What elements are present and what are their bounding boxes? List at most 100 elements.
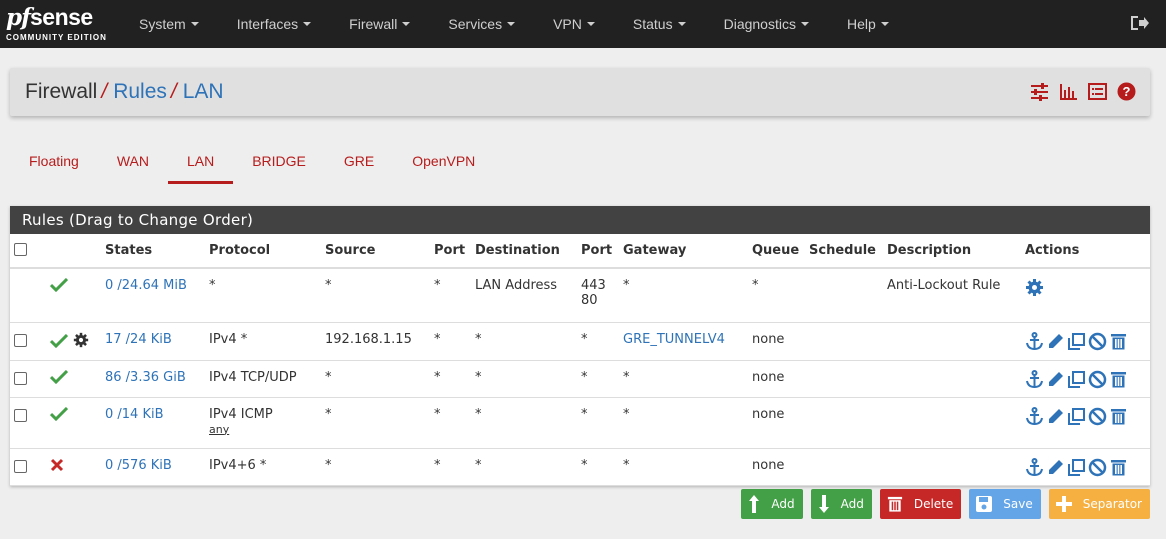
states-link[interactable]: 0 /24.64 MiB	[105, 278, 187, 293]
disable-ban-icon[interactable]	[1088, 370, 1107, 389]
nav-system[interactable]: System	[139, 0, 199, 48]
rules-panel: Rules (Drag to Change Order) States Prot…	[10, 206, 1150, 486]
copy-icon[interactable]	[1067, 407, 1086, 426]
tab-floating[interactable]: Floating	[10, 138, 98, 184]
logo-edition: COMMUNITY EDITION	[6, 33, 107, 42]
dest-port-cell: *	[577, 397, 619, 449]
row-checkbox[interactable]	[14, 371, 27, 385]
table-row[interactable]: 0 /14 KiB IPv4 ICMP any * * * * * none	[10, 397, 1150, 449]
bar-chart-icon[interactable]	[1059, 82, 1078, 101]
schedule-cell	[805, 360, 883, 398]
row-checkbox[interactable]	[14, 333, 27, 347]
save-button[interactable]: Save	[969, 489, 1041, 519]
pfsense-logo[interactable]: pf sense COMMUNITY EDITION	[0, 0, 112, 48]
add-top-button[interactable]: Add	[741, 489, 803, 519]
states-link[interactable]: 17 /24 KiB	[105, 332, 172, 347]
gateway-cell: *	[619, 360, 748, 398]
nav-diagnostics[interactable]: Diagnostics	[724, 0, 809, 48]
pass-check-icon	[49, 406, 69, 421]
copy-icon[interactable]	[1067, 458, 1086, 477]
schedule-cell	[805, 322, 883, 361]
breadcrumb-lan[interactable]: LAN	[183, 80, 224, 104]
anchor-icon[interactable]	[1025, 331, 1044, 351]
gateway-link[interactable]: GRE_TUNNELV4	[623, 332, 725, 347]
description-cell	[883, 360, 1021, 398]
row-checkbox[interactable]	[14, 408, 27, 422]
caret-down-icon	[402, 22, 411, 26]
col-dest-port: Port	[577, 234, 619, 269]
anchor-icon[interactable]	[1025, 369, 1044, 389]
edit-pencil-icon[interactable]	[1046, 332, 1065, 351]
tab-bridge[interactable]: BRIDGE	[233, 138, 325, 184]
edit-pencil-icon[interactable]	[1046, 407, 1065, 426]
states-link[interactable]: 86 /3.36 GiB	[105, 370, 186, 385]
nav-services[interactable]: Services	[448, 0, 516, 48]
description-cell	[883, 322, 1021, 361]
help-icon[interactable]: ?	[1117, 82, 1136, 101]
nav-status[interactable]: Status	[633, 0, 686, 48]
copy-icon[interactable]	[1067, 370, 1086, 389]
anchor-icon[interactable]	[1025, 457, 1044, 477]
tab-gre[interactable]: GRE	[325, 138, 393, 184]
caret-down-icon	[507, 22, 516, 26]
source-cell: *	[321, 360, 430, 398]
row-checkbox[interactable]	[14, 459, 27, 473]
tab-wan[interactable]: WAN	[98, 138, 168, 184]
destination-cell: *	[471, 360, 577, 398]
breadcrumb-rules[interactable]: Rules	[113, 80, 167, 104]
trash-icon[interactable]	[1109, 407, 1128, 426]
tab-openvpn[interactable]: OpenVPN	[393, 138, 494, 184]
caret-down-icon	[190, 22, 199, 26]
protocol-cell: IPv4 TCP/UDP	[205, 360, 321, 398]
destination-cell: *	[471, 448, 577, 486]
col-queue: Queue	[748, 234, 805, 269]
nav-firewall[interactable]: Firewall	[349, 0, 411, 48]
states-link[interactable]: 0 /576 KiB	[105, 458, 172, 473]
gateway-cell: *	[619, 448, 748, 486]
description-cell	[883, 448, 1021, 486]
table-row[interactable]: 0 /576 KiB IPv4+6 * * * * * * none	[10, 448, 1150, 486]
add-bottom-label: Add	[840, 497, 864, 511]
table-row[interactable]: 86 /3.36 GiB IPv4 TCP/UDP * * * * * none	[10, 360, 1150, 398]
caret-down-icon	[677, 22, 686, 26]
edit-pencil-icon[interactable]	[1046, 370, 1065, 389]
gear-icon[interactable]	[1025, 278, 1044, 297]
caret-down-icon	[800, 22, 809, 26]
tab-lan[interactable]: LAN	[167, 138, 234, 184]
queue-cell: *	[748, 268, 805, 323]
trash-icon[interactable]	[1109, 370, 1128, 389]
source-port-cell: *	[430, 268, 471, 323]
queue-cell: none	[748, 448, 805, 486]
separator-button[interactable]: Separator	[1048, 489, 1150, 519]
edit-pencil-icon[interactable]	[1046, 458, 1065, 477]
select-all-checkbox[interactable]	[14, 243, 27, 256]
nav-interfaces[interactable]: Interfaces	[237, 0, 312, 48]
logout-icon[interactable]	[1130, 14, 1150, 32]
disable-ban-icon[interactable]	[1088, 458, 1107, 477]
dest-port-cell: 443	[581, 278, 606, 293]
disable-ban-icon[interactable]	[1088, 407, 1107, 426]
states-link[interactable]: 0 /14 KiB	[105, 407, 164, 422]
logo-pf-text: pf	[6, 4, 31, 31]
list-icon[interactable]	[1088, 82, 1107, 101]
sliders-icon[interactable]	[1030, 82, 1049, 101]
trash-icon[interactable]	[1109, 458, 1128, 477]
delete-button[interactable]: Delete	[879, 489, 962, 519]
save-disk-icon	[976, 496, 993, 512]
arrow-down-icon	[818, 495, 829, 513]
advanced-gear-icon	[73, 332, 89, 347]
add-bottom-button[interactable]: Add	[810, 489, 872, 519]
anchor-icon[interactable]	[1025, 406, 1044, 426]
queue-cell: none	[748, 397, 805, 449]
trash-icon[interactable]	[1109, 332, 1128, 351]
table-row[interactable]: 17 /24 KiB IPv4 * 192.168.1.15 * * * GRE…	[10, 322, 1150, 361]
copy-icon[interactable]	[1067, 332, 1086, 351]
source-cell: *	[321, 268, 430, 323]
nav-help[interactable]: Help	[847, 0, 889, 48]
svg-text:?: ?	[1123, 84, 1131, 99]
breadcrumb-firewall: Firewall	[25, 80, 98, 103]
icmp-subtype-link[interactable]: any	[209, 423, 317, 436]
disable-ban-icon[interactable]	[1088, 332, 1107, 351]
destination-cell: *	[471, 397, 577, 449]
nav-vpn[interactable]: VPN	[553, 0, 595, 48]
